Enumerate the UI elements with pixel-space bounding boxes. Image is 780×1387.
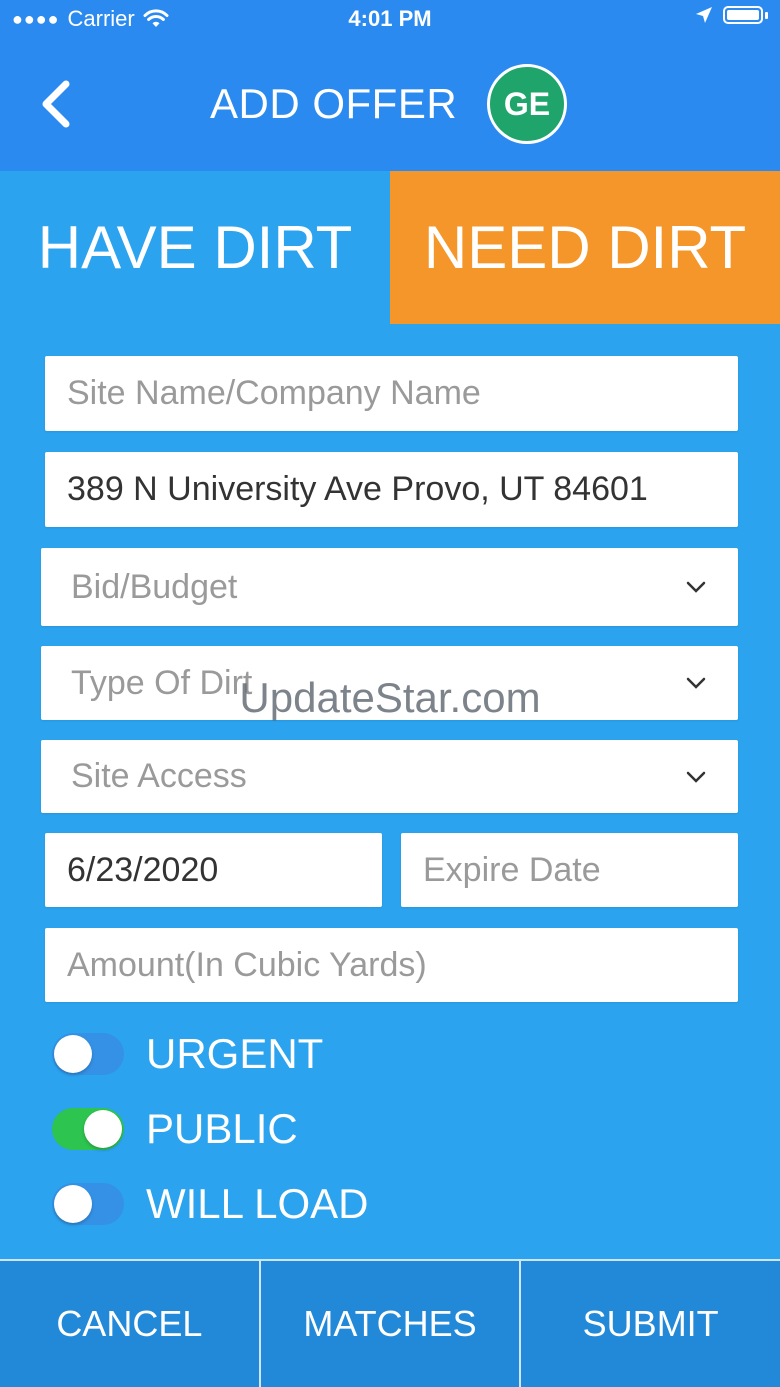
- will-load-toggle-row[interactable]: WILL LOAD: [52, 1180, 369, 1228]
- amount-field[interactable]: [45, 927, 738, 1003]
- start-date-input[interactable]: [65, 832, 382, 908]
- will-load-switch[interactable]: [52, 1183, 124, 1225]
- dirt-type-placeholder: Type Of Dirt: [71, 663, 253, 702]
- address-input[interactable]: [65, 451, 738, 528]
- cancel-button[interactable]: CANCEL: [0, 1261, 259, 1387]
- matches-button[interactable]: MATCHES: [258, 1261, 520, 1387]
- dirt-type-select[interactable]: Type Of Dirt: [41, 646, 738, 720]
- urgent-label: URGENT: [146, 1030, 324, 1077]
- tab-have-dirt[interactable]: HAVE DIRT: [0, 171, 390, 324]
- header-bar: ●●●● Carrier 4:01 PM ADD OFFER GE: [0, 0, 780, 171]
- tab-need-dirt[interactable]: NEED DIRT: [390, 171, 780, 324]
- site-access-select[interactable]: Site Access: [41, 740, 738, 813]
- start-date-field[interactable]: [45, 832, 382, 908]
- site-name-field[interactable]: [45, 355, 738, 432]
- public-switch[interactable]: [52, 1108, 124, 1150]
- chevron-down-icon: [686, 771, 706, 783]
- urgent-switch[interactable]: [52, 1033, 124, 1075]
- site-name-input[interactable]: [65, 355, 738, 432]
- urgent-toggle-row[interactable]: URGENT: [52, 1030, 323, 1078]
- status-time: 4:01 PM: [348, 6, 432, 31]
- user-avatar[interactable]: GE: [487, 64, 567, 144]
- public-label: PUBLIC: [146, 1105, 298, 1152]
- bid-budget-select[interactable]: Bid/Budget: [41, 548, 738, 626]
- public-toggle-row[interactable]: PUBLIC: [52, 1105, 298, 1153]
- bid-budget-placeholder: Bid/Budget: [71, 567, 238, 606]
- status-bar: ●●●● Carrier 4:01 PM: [0, 0, 780, 40]
- expire-date-input[interactable]: [421, 832, 738, 908]
- location-arrow-icon: [696, 7, 712, 23]
- will-load-label: WILL LOAD: [146, 1180, 369, 1227]
- back-chevron-icon[interactable]: [34, 74, 78, 134]
- amount-input[interactable]: [65, 927, 738, 1003]
- submit-button[interactable]: SUBMIT: [519, 1261, 780, 1387]
- page-title: ADD OFFER: [210, 80, 458, 127]
- address-field[interactable]: [45, 451, 738, 528]
- chevron-down-icon: [686, 581, 706, 593]
- expire-date-field[interactable]: [401, 832, 738, 908]
- battery-icon: [723, 6, 763, 24]
- site-access-placeholder: Site Access: [71, 757, 247, 795]
- chevron-down-icon: [686, 677, 706, 689]
- bottom-action-bar: CANCEL MATCHES SUBMIT: [0, 1259, 780, 1387]
